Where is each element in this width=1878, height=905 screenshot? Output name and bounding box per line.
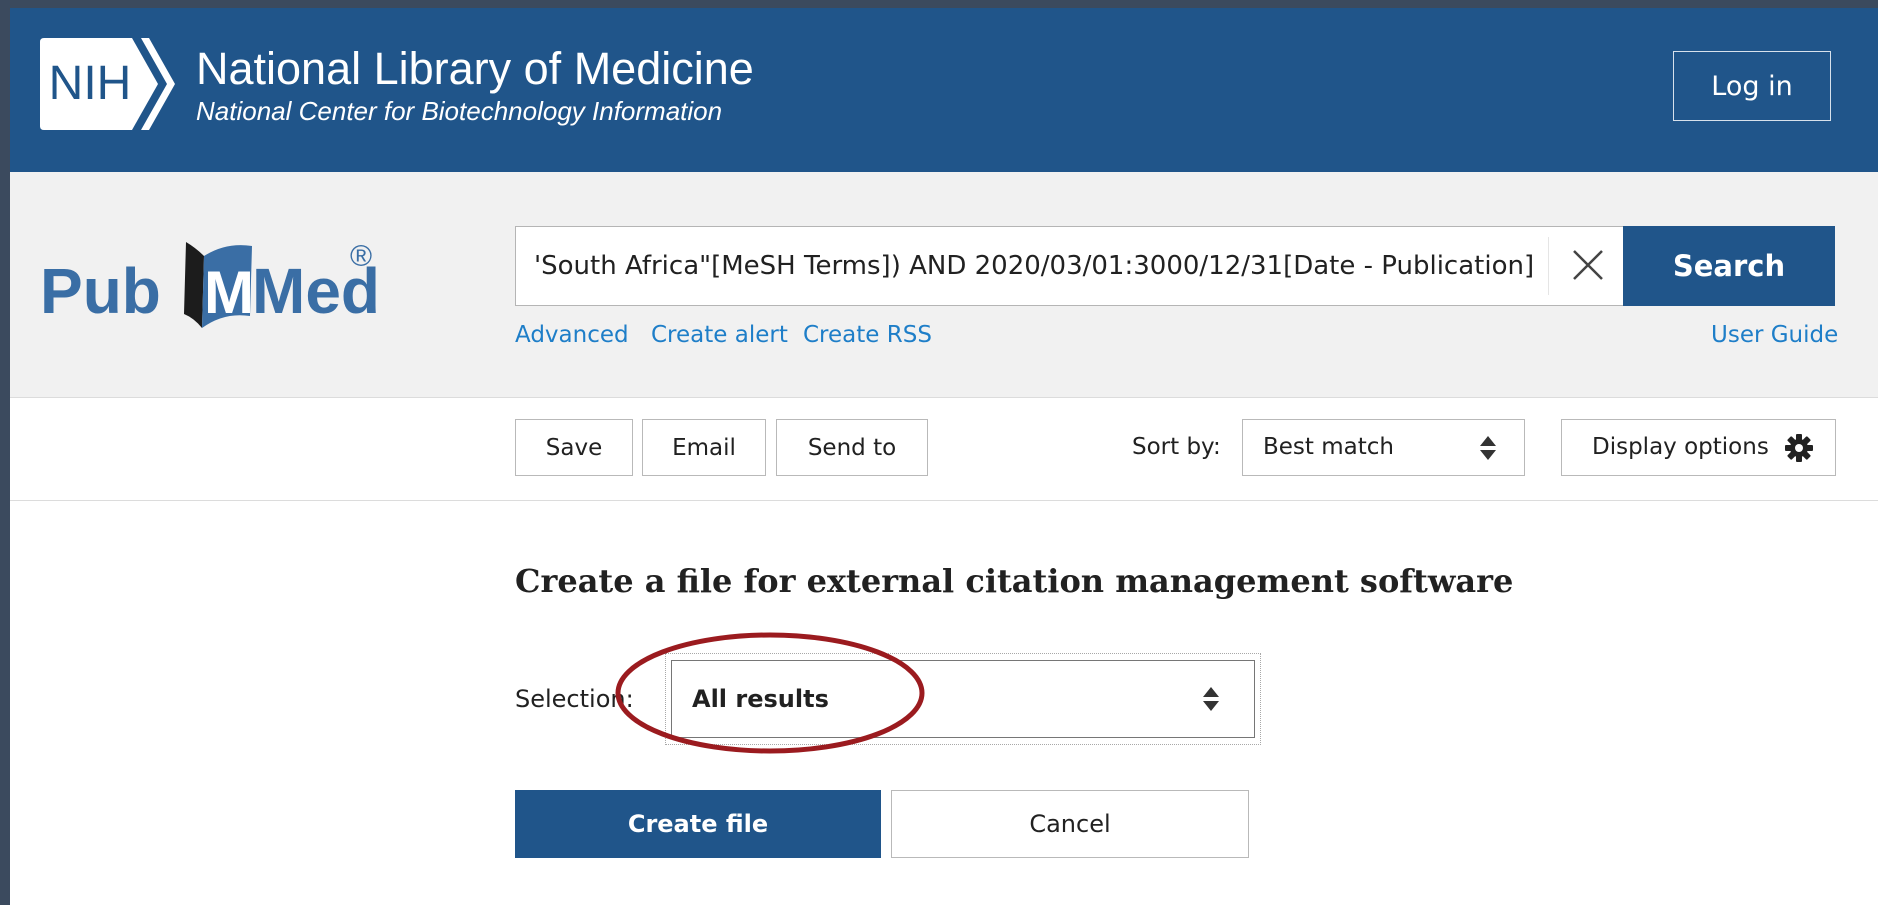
- clear-search-button[interactable]: [1548, 237, 1626, 295]
- search-input[interactable]: [516, 227, 1536, 305]
- citation-panel-heading: Create a file for external citation mana…: [515, 562, 1514, 600]
- save-button[interactable]: Save: [515, 419, 633, 476]
- display-options-label: Display options: [1592, 434, 1769, 460]
- nih-logo[interactable]: NIH: [40, 38, 190, 130]
- login-button[interactable]: Log in: [1673, 51, 1831, 121]
- ncbi-subtitle: National Center for Biotechnology Inform…: [196, 96, 723, 126]
- search-button[interactable]: Search: [1623, 226, 1835, 306]
- send-to-button[interactable]: Send to: [776, 419, 928, 476]
- sort-select[interactable]: Best match: [1242, 419, 1525, 476]
- advanced-link[interactable]: Advanced: [515, 322, 629, 348]
- selection-select-value: All results: [692, 685, 829, 713]
- nih-logo-text: NIH: [49, 57, 132, 110]
- sort-select-value: Best match: [1263, 434, 1394, 460]
- results-toolbar: Save Email Send to Sort by: Best match D…: [10, 398, 1878, 501]
- nih-header: NIH National Library of Medicine Nationa…: [10, 8, 1878, 172]
- selection-label: Selection:: [515, 685, 634, 713]
- pubmed-logo-text-left: Pub: [40, 255, 161, 327]
- pubmed-book-icon: [184, 242, 204, 328]
- create-rss-link[interactable]: Create RSS: [803, 322, 932, 348]
- search-band: Pub M Med ® Search Advanced Create alert…: [10, 172, 1878, 398]
- nlm-title: National Library of Medicine: [196, 43, 754, 94]
- gear-icon: [1785, 434, 1813, 462]
- email-button[interactable]: Email: [642, 419, 766, 476]
- selection-select[interactable]: All results: [671, 660, 1255, 738]
- search-box: [515, 226, 1634, 306]
- svg-text:M: M: [204, 259, 254, 326]
- user-guide-link[interactable]: User Guide: [1711, 322, 1838, 348]
- registered-mark: ®: [350, 240, 372, 273]
- close-icon: [1572, 249, 1603, 280]
- sort-updown-icon: [1203, 687, 1219, 711]
- display-options-button[interactable]: Display options: [1561, 419, 1836, 476]
- browser-viewport: NIH National Library of Medicine Nationa…: [10, 8, 1878, 905]
- pubmed-logo[interactable]: Pub M Med ®: [36, 220, 386, 340]
- create-alert-link[interactable]: Create alert: [651, 322, 788, 348]
- sort-updown-icon: [1480, 436, 1496, 460]
- cancel-button[interactable]: Cancel: [891, 790, 1249, 858]
- sort-by-label: Sort by:: [1132, 434, 1221, 460]
- create-file-button[interactable]: Create file: [515, 790, 881, 858]
